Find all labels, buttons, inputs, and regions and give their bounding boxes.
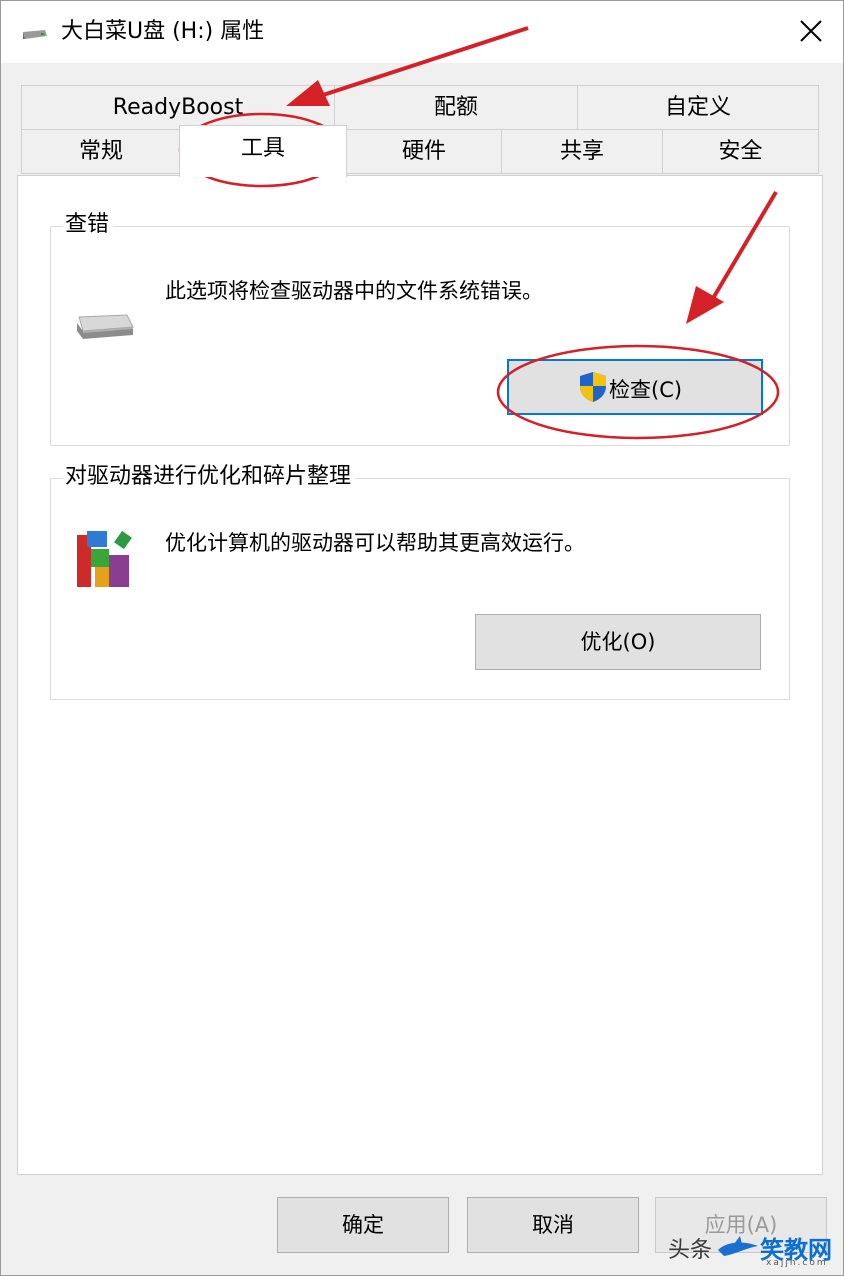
close-button[interactable] [787,9,835,53]
group-label: 对驱动器进行优化和碎片整理 [63,463,356,491]
tools-tab-panel: 查错 此选项将检查驱动器中的文件系统错误。 检查(C) 对驱动器进行优化和碎片整… [17,175,823,1175]
uac-shield-icon [580,372,606,402]
usb-drive-icon [23,30,47,39]
tab-label: 硬件 [401,139,446,164]
tab-quota[interactable]: 配额 [334,85,578,130]
shark-logo-icon [718,1236,758,1256]
optimize-button-label: 优化(O) [580,630,656,654]
tab-label: 工具 [240,136,285,161]
drive-icon [77,314,134,339]
error-check-group: 查错 此选项将检查驱动器中的文件系统错误。 检查(C) [50,211,790,446]
tab-label: 配额 [433,95,478,120]
optimize-description: 优化计算机的驱动器可以帮助其更高效运行。 [165,531,585,555]
optimize-button[interactable]: 优化(O) [475,614,761,670]
tab-label: ReadyBoost [112,95,244,120]
tab-label: 自定义 [664,95,731,120]
tab-label: 共享 [559,139,604,164]
watermark: 头条 笑教网 xajjn.com [668,1226,840,1272]
tab-customize[interactable]: 自定义 [577,85,819,130]
window-title: 大白菜U盘 (H:) 属性 [61,19,265,44]
check-button[interactable]: 检查(C) [507,359,763,415]
tab-security[interactable]: 安全 [662,129,819,174]
tab-hardware[interactable]: 硬件 [346,129,502,174]
ok-button-label: 确定 [342,1213,384,1237]
optimize-group: 对驱动器进行优化和碎片整理 优化计算机的驱动器可以帮助其更高效运行。 优化(O) [50,463,790,700]
group-label: 查错 [63,211,114,239]
tab-readyboost[interactable]: ReadyBoost [21,85,335,130]
close-icon [800,20,822,42]
watermark-url-text: xajjn.com [766,1258,828,1268]
properties-dialog: 大白菜U盘 (H:) 属性 ReadyBoost 配额 自定义 常规 工具 硬件… [0,0,844,1276]
check-button-label: 检查(C) [609,378,683,402]
tab-general[interactable]: 常规 [21,129,181,174]
cancel-button-label: 取消 [532,1213,574,1237]
watermark-left-text: 头条 [668,1238,713,1263]
tab-label: 常规 [78,139,123,164]
cancel-button[interactable]: 取消 [467,1197,639,1253]
ok-button[interactable]: 确定 [277,1197,449,1253]
defrag-icon [77,530,132,587]
error-check-description: 此选项将检查驱动器中的文件系统错误。 [165,279,543,303]
tab-tools[interactable]: 工具 [179,125,347,177]
tab-sharing[interactable]: 共享 [501,129,663,174]
title-bar: 大白菜U盘 (H:) 属性 [1,1,843,63]
tab-label: 安全 [718,139,763,164]
